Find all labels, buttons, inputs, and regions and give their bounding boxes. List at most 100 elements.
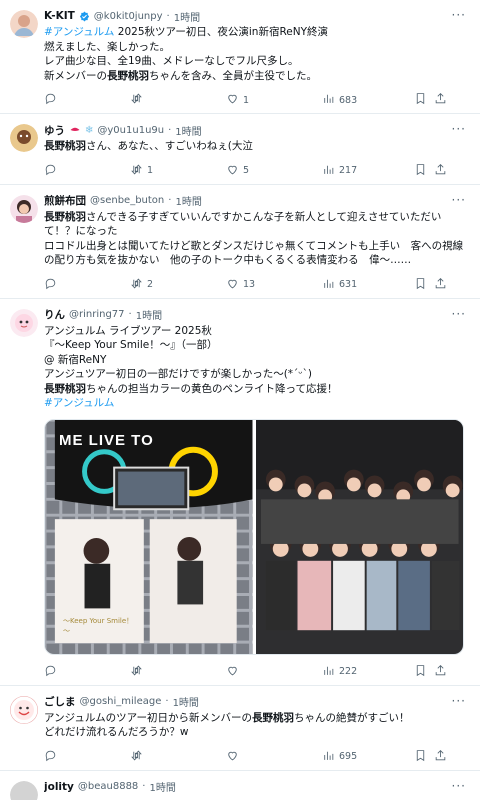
display-name[interactable]: K-KIT (44, 10, 75, 22)
views-count: 631 (339, 279, 358, 290)
verified-badge-icon (79, 10, 90, 22)
bar-chart-icon (322, 163, 335, 179)
tweet-text-content: #アンジュルム 2025秋ツアー初日、夜公演in新宿ReNY終演 燃えました、楽… (44, 26, 328, 82)
reply-button[interactable] (44, 92, 130, 108)
user-handle[interactable]: @y0u1u1u9u (97, 125, 164, 136)
like-button[interactable]: 13 (226, 277, 322, 293)
retweet-arrows-icon (130, 749, 143, 765)
avatar[interactable] (10, 695, 38, 724)
timestamp[interactable]: 1時間 (175, 193, 201, 208)
towel-print: ME LIVE TO (59, 431, 154, 449)
share-button[interactable] (434, 664, 450, 680)
user-handle[interactable]: @k0kit0junpy (94, 11, 163, 22)
views-count: 683 (339, 94, 358, 106)
bookmark-button[interactable] (414, 92, 434, 108)
like-button[interactable] (226, 749, 322, 765)
like-button[interactable] (226, 664, 322, 680)
tweet-text-content: アンジュルム ライブツアー 2025秋 『〜Keep Your Smile！〜』… (44, 324, 338, 410)
more-dots-icon[interactable]: ··· (452, 307, 466, 321)
reply-button[interactable] (44, 664, 130, 680)
tweet-text: 長野桃羽さん、あなた、、すごいわねぇ(大泣 (44, 139, 470, 154)
bookmark-button[interactable] (414, 163, 434, 179)
reply-button[interactable] (44, 163, 130, 179)
bar-chart-icon (322, 277, 335, 293)
tweet-header: ゆう ❄ @y0u1u1u9u · 1時間 (44, 122, 470, 138)
heart-icon (226, 277, 239, 293)
like-button[interactable]: 1 (226, 92, 322, 108)
tweet[interactable]: ゆう ❄ @y0u1u1u9u · 1時間 ··· 長野桃羽さん、あなた、、すごいわねぇ(大… (0, 114, 480, 185)
bookmark-button[interactable] (414, 749, 434, 765)
bookmark-button[interactable] (414, 664, 434, 680)
tweet-header: りん @rinring77 · 1時間 (44, 307, 470, 323)
timestamp[interactable]: 1時間 (136, 307, 162, 322)
views-button[interactable]: 631 (322, 277, 414, 293)
photo-merch[interactable]: ME LIVE TO ～Keep Your Smile！～ (45, 419, 253, 654)
share-button[interactable] (434, 749, 450, 765)
bookmark-icon (414, 277, 427, 293)
display-name[interactable]: ごしま (44, 694, 76, 709)
more-dots-icon[interactable]: ··· (452, 193, 466, 207)
user-handle[interactable]: @goshi_mileage (80, 696, 162, 707)
action-bar: 2 13 631 (44, 272, 470, 298)
retweet-arrows-icon (130, 92, 143, 108)
share-button[interactable] (434, 277, 450, 293)
media-grid[interactable]: ME LIVE TO ～Keep Your Smile！～ (44, 418, 464, 655)
separator-dot: · (166, 10, 170, 22)
avatar[interactable] (10, 308, 38, 337)
action-bar: 1 5 217 (44, 158, 470, 184)
views-button[interactable]: 222 (322, 664, 414, 680)
reply-bubble-icon (44, 749, 57, 765)
avatar[interactable] (10, 194, 38, 223)
more-dots-icon[interactable]: ··· (452, 122, 466, 136)
display-name[interactable]: ゆう (44, 123, 65, 138)
timestamp[interactable]: 1時間 (174, 9, 200, 24)
separator-dot: · (165, 696, 169, 707)
views-button[interactable]: 695 (322, 749, 414, 765)
avatar[interactable] (10, 10, 38, 38)
retweet-button[interactable] (130, 749, 226, 765)
tweet[interactable]: りん @rinring77 · 1時間 ··· アンジュルム ライブツアー 2025秋 『… (0, 299, 480, 686)
timestamp[interactable]: 1時間 (175, 123, 201, 138)
tweet[interactable]: jolity @beau8888 · 1時間 ··· (0, 771, 480, 800)
tweet[interactable]: ごしま @goshi_mileage · 1時間 ··· アンジュルムのツアー初日から新メ… (0, 686, 480, 771)
display-name[interactable]: りん (44, 307, 65, 322)
views-count: 695 (339, 751, 358, 762)
share-button[interactable] (434, 163, 450, 179)
share-upload-icon (434, 163, 447, 179)
bookmark-button[interactable] (414, 277, 434, 293)
share-upload-icon (434, 664, 447, 680)
user-handle[interactable]: @beau8888 (78, 781, 138, 792)
tweet-text: アンジュルム ライブツアー 2025秋 『〜Keep Your Smile！〜』… (44, 324, 470, 411)
like-button[interactable]: 5 (226, 163, 322, 179)
separator-dot: · (128, 309, 132, 320)
share-upload-icon (434, 92, 447, 108)
photo-group[interactable] (255, 419, 463, 654)
avatar[interactable] (10, 124, 38, 152)
tweet[interactable]: 煎餅布団 @senbe_buton · 1時間 ··· 長野桃羽さんできる子すぎていいんで… (0, 185, 480, 299)
retweet-button[interactable] (130, 664, 226, 680)
reply-button[interactable] (44, 277, 130, 293)
display-name[interactable]: jolity (44, 781, 74, 793)
retweet-button[interactable] (130, 92, 226, 108)
more-dots-icon[interactable]: ··· (452, 694, 466, 708)
more-dots-icon[interactable]: ··· (452, 779, 466, 793)
bar-chart-icon (322, 664, 335, 680)
user-handle[interactable]: @rinring77 (69, 309, 125, 320)
timestamp[interactable]: 1時間 (173, 694, 199, 709)
views-button[interactable]: 217 (322, 163, 414, 179)
more-dots-icon[interactable]: ··· (452, 8, 466, 22)
bar-chart-icon (322, 749, 335, 765)
tweet[interactable]: K-KIT @k0kit0junpy · 1時間 ··· #アンジュルム 2025秋ツアー… (0, 0, 480, 114)
reply-button[interactable] (44, 749, 130, 765)
views-button[interactable]: 683 (322, 92, 414, 108)
bar-chart-icon (322, 92, 335, 108)
separator-dot: · (168, 124, 172, 136)
avatar[interactable] (10, 780, 38, 800)
share-button[interactable] (434, 92, 450, 108)
heart-icon (226, 664, 239, 680)
retweet-button[interactable]: 1 (130, 163, 226, 179)
timestamp[interactable]: 1時間 (149, 779, 175, 794)
display-name[interactable]: 煎餅布団 (44, 193, 86, 208)
retweet-button[interactable]: 2 (130, 277, 226, 293)
user-handle[interactable]: @senbe_buton (90, 195, 164, 206)
